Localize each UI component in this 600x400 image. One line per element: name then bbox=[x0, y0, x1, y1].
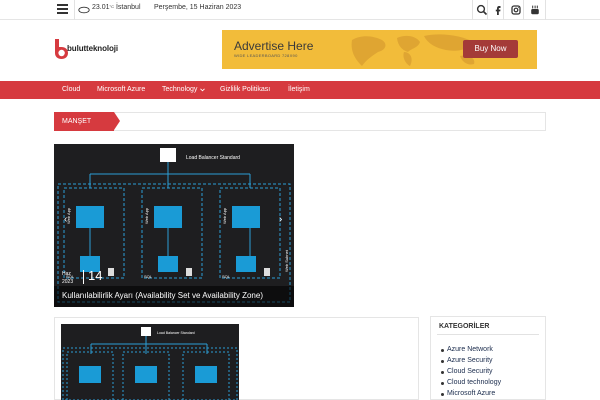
chevron-down-icon[interactable] bbox=[200, 88, 205, 92]
main-navigation: Cloud Microsoft Azure Technology Gizlili… bbox=[0, 81, 600, 99]
list-bullet bbox=[441, 371, 444, 374]
category-link-azure-network[interactable]: Azure Network bbox=[447, 346, 493, 353]
top-bar-divider bbox=[487, 0, 488, 20]
featured-date-day: 14 bbox=[88, 268, 103, 283]
sql-label: SQL bbox=[144, 274, 153, 279]
ad-buy-button[interactable]: Buy Now bbox=[463, 40, 518, 58]
architecture-diagram-thumb: Load Balancer Standard bbox=[62, 327, 238, 400]
load-balancer-icon bbox=[160, 148, 176, 162]
web-app-label: Web App bbox=[144, 207, 149, 224]
ad-banner[interactable]: Advertise Here WIDE LEADERBOARD 728X90 B… bbox=[222, 30, 537, 69]
web-subnet-label: Web Subnet bbox=[284, 249, 289, 272]
list-bullet bbox=[441, 382, 444, 385]
web-app-box bbox=[76, 206, 104, 228]
sql-label: SQL bbox=[222, 274, 231, 279]
top-bar-divider bbox=[503, 0, 504, 20]
web-app-box bbox=[154, 206, 182, 228]
temperature: 23.01 bbox=[92, 4, 110, 11]
web-app-box bbox=[232, 206, 260, 228]
top-bar-divider bbox=[545, 0, 546, 20]
instagram-icon[interactable] bbox=[509, 3, 523, 17]
category-link-microsoft-azure[interactable]: Microsoft Azure bbox=[447, 390, 495, 397]
top-bar-divider bbox=[472, 0, 473, 20]
slider-prev-arrow-icon[interactable]: ‹ bbox=[64, 214, 67, 225]
load-balancer-label: Load Balancer Standard bbox=[186, 155, 240, 161]
cloud-icon bbox=[78, 6, 90, 14]
nav-item-cloud[interactable]: Cloud bbox=[62, 81, 80, 99]
category-link-azure-security[interactable]: Azure Security bbox=[447, 357, 493, 364]
top-bar-divider bbox=[74, 0, 75, 20]
nav-item-microsoft-azure[interactable]: Microsoft Azure bbox=[97, 81, 145, 99]
list-bullet bbox=[441, 393, 444, 396]
featured-date-month-year: Haz 2023 bbox=[62, 270, 73, 286]
current-date: Perşembe, 15 Haziran 2023 bbox=[154, 4, 242, 11]
temperature-unit: °C bbox=[109, 4, 115, 9]
featured-date-divider bbox=[83, 270, 84, 284]
top-bar: 23.01°C İstanbul Perşembe, 15 Haziran 20… bbox=[0, 0, 600, 20]
featured-date-month: Haz bbox=[62, 271, 71, 277]
weather-readout: 23.01°C İstanbul bbox=[92, 4, 141, 11]
list-bullet bbox=[441, 360, 444, 363]
top-bar-divider bbox=[523, 0, 524, 20]
headline-ticker-arrow bbox=[114, 112, 120, 130]
ad-title: Advertise Here bbox=[234, 39, 314, 53]
categories-widget-title: KATEGORİLER bbox=[439, 323, 490, 330]
city: İstanbul bbox=[115, 4, 141, 11]
nav-item-gizlilik-politikasi[interactable]: Gizlilik Politikası bbox=[220, 81, 270, 99]
featured-date-year: 2023 bbox=[62, 279, 74, 285]
web-app-label: Web App bbox=[222, 207, 227, 224]
headline-ticker bbox=[54, 112, 546, 131]
headline-ticker-label: MANŞET bbox=[54, 112, 114, 131]
ad-subtitle: WIDE LEADERBOARD 728X90 bbox=[234, 53, 298, 58]
category-link-cloud-technology[interactable]: Cloud technology bbox=[447, 379, 501, 386]
nav-item-technology[interactable]: Technology bbox=[162, 81, 197, 99]
sql-box bbox=[158, 256, 178, 272]
site-logo-text[interactable]: bulutteknoloji bbox=[67, 44, 118, 53]
youtube-icon[interactable] bbox=[528, 3, 542, 17]
nav-item-iletisim[interactable]: İletişim bbox=[288, 81, 310, 99]
slider-next-arrow-icon[interactable]: › bbox=[279, 214, 282, 225]
list-bullet bbox=[441, 349, 444, 352]
hamburger-icon[interactable] bbox=[57, 4, 68, 15]
load-balancer-label: Load Balancer Standard bbox=[157, 331, 195, 335]
categories-divider bbox=[437, 334, 539, 335]
category-link-cloud-security[interactable]: Cloud Security bbox=[447, 368, 493, 375]
featured-post-title[interactable]: Kullanılabilirlik Ayarı (Availability Se… bbox=[62, 291, 263, 300]
post-thumbnail-image[interactable]: Load Balancer Standard bbox=[61, 324, 239, 400]
sql-box bbox=[236, 256, 256, 272]
